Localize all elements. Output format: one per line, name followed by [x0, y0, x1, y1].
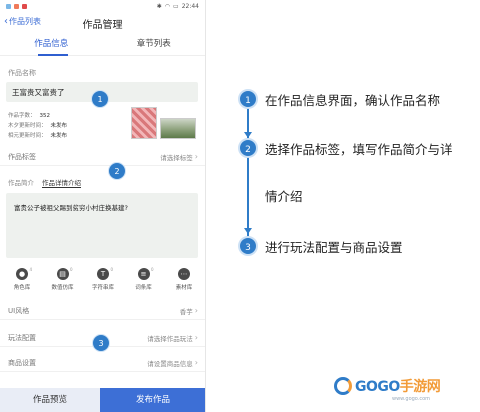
step-1-number: 1 — [238, 89, 258, 109]
book-icon: ≡ 0 — [137, 267, 154, 280]
meta-value: 未发布 — [50, 133, 68, 139]
tool-label: 角色库 — [13, 285, 31, 291]
nav-bar: ‹ 作品列表 作品管理 — [0, 12, 205, 34]
tool-label: 素材库 — [175, 285, 193, 291]
step-3-text: 进行玩法配置与商品设置 — [265, 240, 403, 255]
gameplay-label: 玩法配置 — [8, 333, 36, 342]
tags-value: 请选择标签 › — [160, 152, 198, 162]
arrow-down-icon — [244, 228, 252, 234]
subtab-intro[interactable]: 作品简介 — [8, 177, 34, 188]
battery-icon: ▭ — [173, 2, 179, 10]
chart-icon: ▤ 0 — [56, 267, 73, 280]
sim-icon — [6, 3, 11, 9]
watermark-logo: GOGO手游网 — [334, 376, 441, 396]
step-2-text-cont: 情介绍 — [265, 189, 303, 204]
tool-value-library[interactable]: ▤ 0 数值仿库 — [45, 267, 81, 291]
tool-badge: 0 — [69, 267, 73, 272]
shop-row[interactable]: 商品设置 请设置商品信息 › — [0, 354, 205, 372]
shop-value-wrap: 请设置商品信息 › — [147, 358, 198, 368]
status-bar: ✱ ◠ ▭ 22:44 — [0, 0, 205, 12]
tool-label: 数值仿库 — [51, 285, 74, 291]
chevron-right-icon: › — [194, 358, 198, 367]
preview-button[interactable]: 作品预览 — [0, 388, 100, 412]
meta-update-time-2: 相元更新时间： 未发布 — [8, 131, 67, 139]
tool-label: 字符串库 — [91, 285, 114, 291]
tool-string-library[interactable]: T0 字符串库 — [85, 267, 121, 291]
gameplay-value: 请选择作品玩法 — [147, 334, 193, 343]
publish-button[interactable]: 发布作品 — [100, 388, 205, 412]
person-icon: ● 4 — [16, 267, 32, 280]
more-icon: ⋯ — [178, 268, 190, 280]
status-time: 22:44 — [181, 2, 199, 10]
tab-bar: 作品信息 章节列表 — [0, 34, 205, 56]
subtab-detail-intro[interactable]: 作品详情介绍 — [42, 177, 81, 188]
watermark-main: GOGO — [355, 379, 400, 395]
tags-label: 作品标签 — [8, 152, 36, 161]
bluetooth-icon: ✱ — [156, 2, 162, 10]
gameplay-value-wrap: 请选择作品玩法 › — [147, 333, 198, 343]
meta-update-time-1: 木夕更新时间： 未发布 — [8, 121, 67, 129]
marker-1: 1 — [91, 90, 109, 108]
watermark-accent: 手游网 — [399, 379, 441, 395]
steps-connector-line — [247, 108, 249, 240]
msg-icon — [14, 3, 19, 9]
step-1-text: 在作品信息界面，确认作品名称 — [265, 93, 441, 108]
step-3-number: 3 — [238, 236, 258, 256]
phone-screenshot: ✱ ◠ ▭ 22:44 ‹ 作品列表 作品管理 作品信息 章节列表 作品名称 王… — [0, 0, 206, 412]
back-label: 作品列表 — [9, 17, 41, 26]
wifi-icon: ◠ — [164, 2, 171, 10]
work-name-label: 作品名称 — [8, 69, 36, 77]
toolbox: ● 4 角色库 ▤ 0 数值仿库 T0 字符串库 ≡ 0 词条库 ⋯ 素材库 — [4, 267, 202, 291]
ui-style-row[interactable]: UI风格 香芋 › — [0, 302, 205, 320]
step-2-number: 2 — [238, 138, 258, 158]
marker-3: 3 — [92, 334, 110, 352]
tool-badge: 0 — [110, 267, 113, 272]
shop-label: 商品设置 — [8, 358, 36, 367]
shop-value: 请设置商品信息 — [147, 359, 193, 368]
tool-badge: 0 — [150, 267, 154, 272]
tags-row[interactable]: 作品标签 请选择标签 › — [0, 148, 205, 166]
active-tab-indicator — [38, 54, 68, 56]
tool-label: 词条库 — [135, 285, 152, 291]
tool-entry-library[interactable]: ≡ 0 词条库 — [126, 267, 162, 291]
ui-style-value: 香芋 — [179, 307, 193, 316]
cover-image-portrait[interactable] — [131, 107, 157, 139]
tags-placeholder: 请选择标签 — [160, 153, 193, 162]
ui-style-label: UI风格 — [8, 306, 30, 315]
watermark-url: www.gogo.com — [392, 396, 431, 402]
app-icon — [22, 3, 27, 9]
intro-textarea[interactable]: 富贵公子被祖父踢到贫穷小村庄换基建? — [6, 193, 198, 258]
chevron-left-icon: ‹ — [4, 15, 8, 27]
tool-role-library[interactable]: ● 4 角色库 — [4, 267, 40, 291]
chevron-right-icon: › — [194, 333, 198, 342]
watermark-text: GOGO手游网 — [355, 376, 441, 396]
chevron-right-icon: › — [194, 306, 198, 315]
meta-word-count: 作品字数： 352 — [8, 111, 50, 119]
chevron-right-icon: › — [194, 152, 198, 161]
step-2-text: 选择作品标签，填写作品简介与详 — [265, 142, 453, 157]
ui-style-value-wrap: 香芋 › — [180, 306, 198, 316]
tool-badge: 4 — [29, 267, 32, 272]
tool-material-library[interactable]: ⋯ 素材库 — [166, 268, 202, 291]
tab-work-info[interactable]: 作品信息 — [0, 34, 103, 55]
logo-ring-icon — [334, 377, 352, 395]
meta-value: 352 — [39, 113, 51, 119]
intro-subtabs: 作品简介 作品详情介绍 — [8, 177, 81, 188]
cover-image-landscape[interactable] — [160, 118, 196, 139]
bottom-action-bar: 作品预览 发布作品 — [0, 388, 205, 412]
meta-label: 木夕更新时间： — [8, 123, 47, 129]
tab-chapter-list[interactable]: 章节列表 — [103, 34, 206, 55]
text-icon: T0 — [97, 267, 113, 280]
meta-label: 相元更新时间： — [8, 133, 47, 139]
marker-2: 2 — [108, 162, 126, 180]
meta-label: 作品字数： — [8, 113, 36, 119]
back-button[interactable]: ‹ 作品列表 — [4, 16, 41, 27]
meta-value: 未发布 — [50, 123, 68, 129]
